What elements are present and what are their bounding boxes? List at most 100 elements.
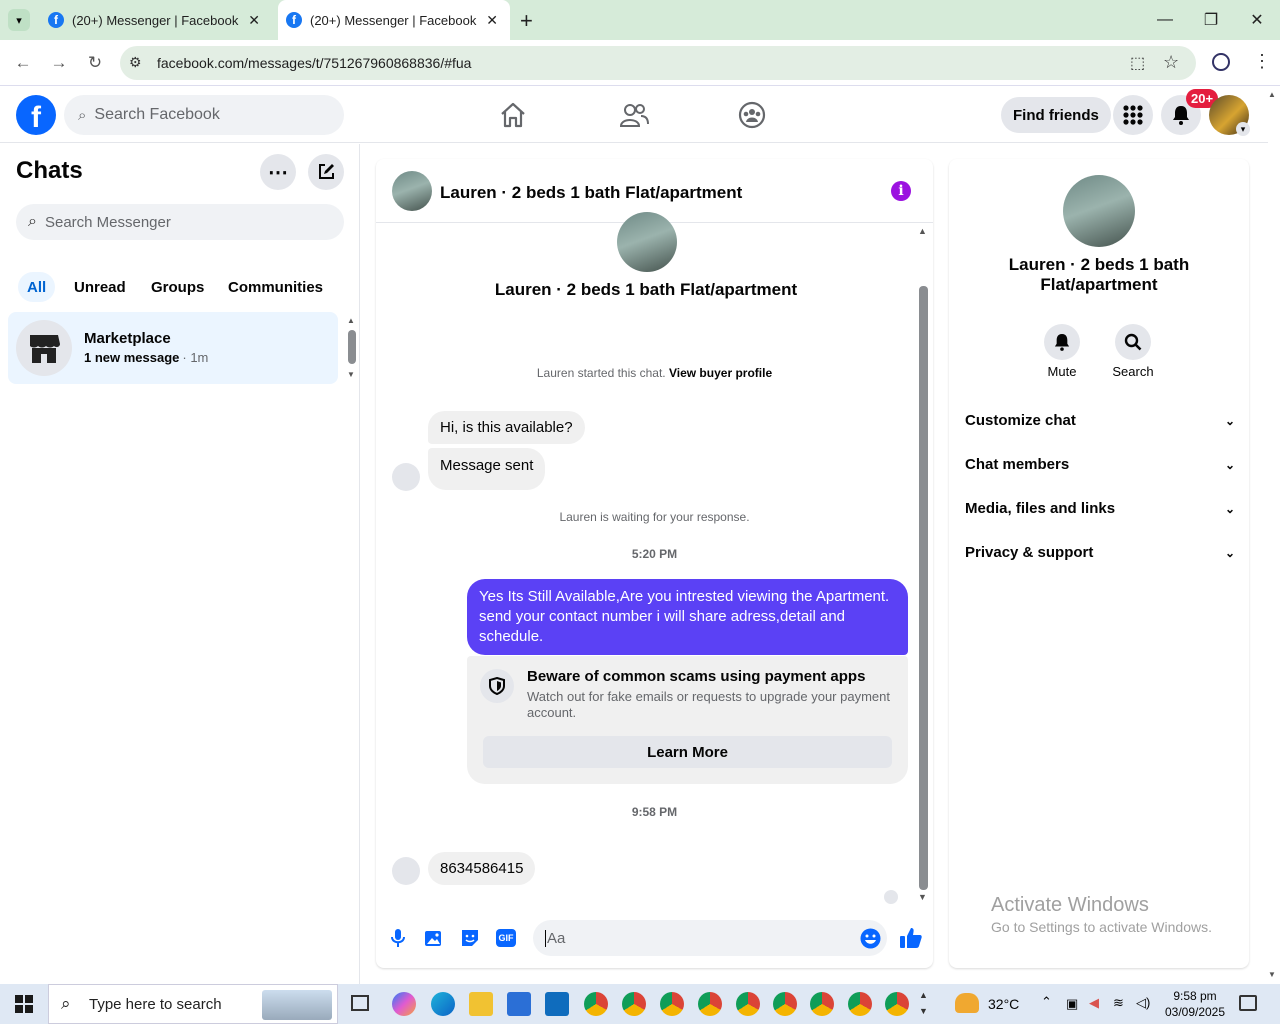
- browser-tab-2[interactable]: f (20+) Messenger | Facebook ✕: [278, 0, 510, 40]
- meet-now-icon[interactable]: ▣: [1066, 996, 1078, 1012]
- wifi-icon[interactable]: ≋: [1113, 995, 1124, 1011]
- profile-icon[interactable]: [1212, 53, 1230, 71]
- install-app-icon[interactable]: ⬚: [1130, 53, 1145, 73]
- view-buyer-profile-link[interactable]: View buyer profile: [669, 366, 772, 380]
- section-label: Customize chat: [965, 412, 1076, 429]
- mute-button[interactable]: [1044, 324, 1080, 360]
- notifications-center-icon[interactable]: [1239, 995, 1257, 1011]
- scroll-down-icon[interactable]: ▼: [918, 892, 927, 902]
- show-hidden-icons-icon[interactable]: ⌃: [1041, 994, 1052, 1010]
- sticker-icon[interactable]: [460, 928, 480, 948]
- facebook-logo-icon[interactable]: f: [16, 95, 56, 135]
- restore-window-button[interactable]: ❐: [1188, 0, 1234, 40]
- section-label: Media, files and links: [965, 500, 1116, 517]
- chrome-icon[interactable]: [885, 992, 909, 1016]
- site-info-icon[interactable]: ⚙: [129, 54, 142, 71]
- new-tab-button[interactable]: +: [520, 8, 533, 34]
- privacy-support-section[interactable]: Privacy & support ⌄: [965, 544, 1235, 561]
- filter-unread[interactable]: Unread: [65, 272, 135, 302]
- browser-menu-icon[interactable]: ⋮: [1253, 51, 1271, 72]
- chrome-icon[interactable]: [848, 992, 872, 1016]
- conversation-title[interactable]: Lauren · 2 beds 1 bath Flat/apartment: [440, 183, 742, 203]
- scroll-down-icon[interactable]: ▼: [347, 370, 355, 379]
- contact-avatar[interactable]: [392, 171, 432, 211]
- filter-communities[interactable]: Communities: [219, 272, 332, 302]
- tab-list-button[interactable]: ▾: [8, 9, 30, 31]
- customize-chat-section[interactable]: Customize chat ⌄: [965, 412, 1235, 429]
- close-tab-icon[interactable]: ✕: [248, 12, 260, 29]
- photo-icon[interactable]: [424, 928, 444, 948]
- chrome-icon[interactable]: [698, 992, 722, 1016]
- weather-temperature[interactable]: 32°C: [988, 996, 1019, 1012]
- find-friends-button[interactable]: Find friends: [1001, 97, 1111, 133]
- scroll-up-icon[interactable]: ▲: [347, 316, 355, 325]
- gif-icon[interactable]: GIF: [496, 929, 516, 947]
- new-message-button[interactable]: [308, 154, 344, 190]
- facebook-favicon-icon: f: [286, 12, 302, 28]
- chrome-icon[interactable]: [810, 992, 834, 1016]
- url-text[interactable]: facebook.com/messages/t/751267960868836/…: [157, 55, 471, 71]
- sender-avatar: [392, 857, 420, 885]
- chrome-icon[interactable]: [584, 992, 608, 1016]
- microphone-icon[interactable]: [390, 928, 406, 948]
- thumbs-up-icon[interactable]: [899, 926, 923, 950]
- minimize-window-button[interactable]: —: [1142, 0, 1188, 40]
- conversation-scrollbar[interactable]: [919, 286, 928, 890]
- sender-avatar: [392, 463, 420, 491]
- details-avatar: [1063, 175, 1135, 247]
- emoji-icon[interactable]: [860, 928, 881, 949]
- volume-muted-icon[interactable]: ◀: [1089, 995, 1099, 1011]
- chrome-icon[interactable]: [622, 992, 646, 1016]
- details-name: Lauren · 2 beds 1 bath Flat/apartment: [949, 255, 1249, 295]
- search-conversation-button[interactable]: [1115, 324, 1151, 360]
- store-icon[interactable]: [507, 992, 531, 1016]
- friends-icon[interactable]: [619, 101, 649, 129]
- clock-time: 9:58 pm: [1173, 989, 1217, 1003]
- close-window-button[interactable]: ✕: [1234, 0, 1280, 40]
- weather-icon[interactable]: [955, 993, 979, 1013]
- edge-icon[interactable]: [431, 992, 455, 1016]
- groups-icon[interactable]: [738, 101, 766, 129]
- home-icon[interactable]: [499, 101, 527, 129]
- messenger-search-input[interactable]: ⌕ Search Messenger: [16, 204, 344, 240]
- sidebar-scrollbar[interactable]: [348, 330, 356, 364]
- search-icon: ⌕: [78, 106, 87, 124]
- forward-button[interactable]: →: [46, 50, 72, 76]
- file-explorer-icon[interactable]: [469, 992, 493, 1016]
- close-tab-icon[interactable]: ✕: [486, 12, 498, 29]
- reload-button[interactable]: ↻: [82, 50, 108, 76]
- windows-start-icon[interactable]: [15, 995, 33, 1013]
- media-files-links-section[interactable]: Media, files and links ⌄: [965, 500, 1235, 517]
- search-icon: ⌕: [28, 213, 37, 230]
- chrome-icon[interactable]: [660, 992, 684, 1016]
- search-icon: [1124, 333, 1142, 351]
- facebook-search-input[interactable]: ⌕ Search Facebook: [64, 95, 344, 135]
- learn-more-button[interactable]: Learn More: [483, 736, 892, 768]
- chat-started-note: Lauren started this chat. View buyer pro…: [376, 366, 933, 380]
- chrome-icon[interactable]: [773, 992, 797, 1016]
- outlook-icon[interactable]: [545, 992, 569, 1016]
- task-view-icon[interactable]: [351, 995, 369, 1011]
- bookmark-star-icon[interactable]: ☆: [1163, 52, 1179, 73]
- chevron-down-icon[interactable]: ▾: [1236, 122, 1250, 136]
- chat-preview: 1 new message: [84, 350, 180, 365]
- message-composer-input[interactable]: Aa: [533, 920, 887, 956]
- filter-groups[interactable]: Groups: [142, 272, 213, 302]
- chats-title: Chats: [16, 157, 83, 184]
- speaker-icon[interactable]: ◁): [1136, 995, 1150, 1011]
- back-button[interactable]: ←: [10, 50, 36, 76]
- scroll-up-icon[interactable]: ▲: [918, 226, 927, 236]
- chat-members-section[interactable]: Chat members ⌄: [965, 456, 1235, 473]
- copilot-icon[interactable]: [392, 992, 416, 1016]
- browser-tab-1[interactable]: f (20+) Messenger | Facebook ✕: [40, 0, 272, 40]
- page-scroll-down-icon[interactable]: ▼: [1268, 970, 1276, 979]
- activate-windows-subtitle: Go to Settings to activate Windows.: [991, 919, 1212, 935]
- taskbar-overflow-arrows[interactable]: ▲ ▼: [919, 987, 928, 1019]
- taskbar-clock[interactable]: 9:58 pm 03/09/2025: [1160, 988, 1230, 1020]
- info-icon[interactable]: i: [891, 181, 911, 201]
- filter-all[interactable]: All: [18, 272, 56, 302]
- menu-grid-button[interactable]: [1113, 95, 1153, 135]
- page-scroll-up-icon[interactable]: ▲: [1268, 90, 1276, 99]
- chat-options-button[interactable]: ⋯: [260, 154, 296, 190]
- chrome-icon[interactable]: [736, 992, 760, 1016]
